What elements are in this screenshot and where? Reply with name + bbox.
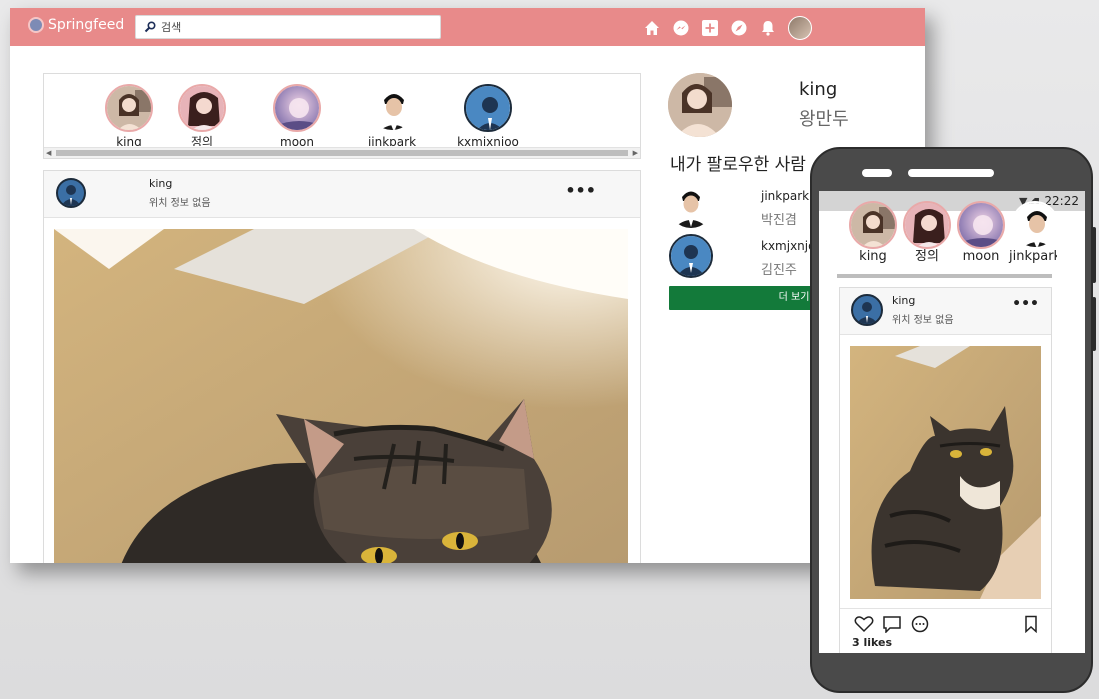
story-name: moon [280, 135, 314, 146]
home-icon[interactable] [643, 19, 661, 37]
search-icon [144, 21, 156, 33]
story-item[interactable]: moon [262, 84, 332, 146]
phone-screen: ▼◢▮ 22:22 king 정의 moon jinkpark king 위치 … [819, 191, 1085, 653]
post-header: king 위치 정보 없음 ••• [44, 171, 640, 218]
story-avatar [464, 84, 512, 132]
notifications-icon[interactable] [759, 19, 777, 37]
post-location: 위치 정보 없음 [149, 198, 211, 209]
story-avatar [273, 84, 321, 132]
search-input[interactable]: 검색 [161, 19, 181, 35]
feed-post: king 위치 정보 없음 ••• [43, 170, 641, 563]
post-menu-button[interactable]: ••• [565, 181, 596, 200]
story-item[interactable]: jinkpark [1009, 201, 1057, 265]
story-name: jinkpark [1009, 249, 1057, 264]
following-section-title: 내가 팔로우한 사람 [670, 155, 806, 175]
top-nav-bar: Springfeed 검색 [10, 8, 925, 46]
story-avatar [368, 84, 416, 132]
post-username[interactable]: king [892, 294, 915, 307]
following-name: 박진겸 [761, 213, 797, 228]
new-post-icon[interactable] [701, 19, 719, 37]
post-image [54, 229, 628, 563]
phone-stories-bar: king 정의 moon jinkpark [837, 201, 1057, 276]
post-username[interactable]: king [149, 177, 172, 190]
stories-bar: king 정의 moon jinkpark kxmjxnjoo ◀ ▶ [43, 73, 641, 159]
desktop-window: Springfeed 검색 king 정의 moon jinkpark kxmj… [10, 8, 925, 563]
story-avatar [957, 201, 1005, 249]
story-name: king [116, 135, 142, 146]
story-name: kxmjxnjoo [457, 135, 519, 146]
messenger-icon[interactable] [672, 19, 690, 37]
explore-icon[interactable] [730, 19, 748, 37]
story-name: 정의 [190, 135, 214, 146]
following-avatar [669, 184, 713, 228]
like-heart-icon[interactable] [854, 615, 874, 633]
story-name: 정의 [915, 249, 939, 264]
my-avatar[interactable] [668, 73, 732, 137]
story-avatar [903, 201, 951, 249]
post-author-avatar[interactable] [851, 294, 883, 326]
brand-name: Springfeed [48, 17, 125, 33]
post-author-avatar[interactable] [56, 178, 86, 208]
following-id: jinkpark [761, 189, 810, 203]
story-item[interactable]: jinkpark [357, 84, 427, 146]
scroll-thumb[interactable] [56, 150, 628, 156]
post-menu-button[interactable]: ••• [1012, 296, 1039, 312]
post-action-bar [840, 608, 1051, 639]
comment-icon[interactable] [882, 615, 902, 633]
my-real-name: 왕만두 [799, 109, 849, 130]
following-name: 김진주 [761, 263, 797, 278]
phone-speaker [908, 169, 994, 177]
story-avatar [1011, 201, 1057, 249]
dm-chat-icon[interactable] [910, 615, 930, 633]
phone-side-button [1092, 227, 1096, 283]
scroll-left-icon[interactable]: ◀ [46, 149, 51, 157]
story-item[interactable]: moon [955, 201, 1007, 265]
story-item[interactable]: king [847, 201, 899, 265]
story-avatar [178, 84, 226, 132]
phone-side-button [1092, 297, 1096, 351]
story-name: moon [962, 249, 1000, 264]
post-image [850, 346, 1041, 599]
search-box[interactable]: 검색 [135, 15, 441, 39]
following-avatar [669, 234, 713, 278]
brand[interactable]: Springfeed [28, 17, 124, 33]
bookmark-icon[interactable] [1023, 615, 1039, 633]
phone-stories-scrollbar[interactable] [837, 274, 1052, 278]
stories-scrollbar[interactable]: ◀ ▶ [44, 147, 640, 158]
phone-mockup: ▼◢▮ 22:22 king 정의 moon jinkpark king 위치 … [810, 147, 1096, 693]
likes-count: 3 likes [852, 636, 893, 649]
story-avatar [105, 84, 153, 132]
nav-icons [643, 16, 812, 40]
story-item[interactable]: 정의 [167, 84, 237, 146]
my-username[interactable]: king [799, 79, 837, 100]
story-avatar [849, 201, 897, 249]
phone-feed-post: king 위치 정보 없음 ••• 3 likes [839, 287, 1052, 653]
story-name: jinkpark [367, 135, 417, 146]
story-item[interactable]: king [94, 84, 164, 146]
post-location: 위치 정보 없음 [892, 315, 954, 326]
story-name: king [859, 249, 887, 264]
brand-logo-icon [28, 17, 44, 33]
story-item[interactable]: 정의 [901, 201, 953, 265]
profile-avatar[interactable] [788, 16, 812, 40]
phone-camera [862, 169, 892, 177]
post-header: king 위치 정보 없음 ••• [840, 288, 1051, 335]
story-item[interactable]: kxmjxnjoo [453, 84, 523, 146]
scroll-right-icon[interactable]: ▶ [633, 149, 638, 157]
